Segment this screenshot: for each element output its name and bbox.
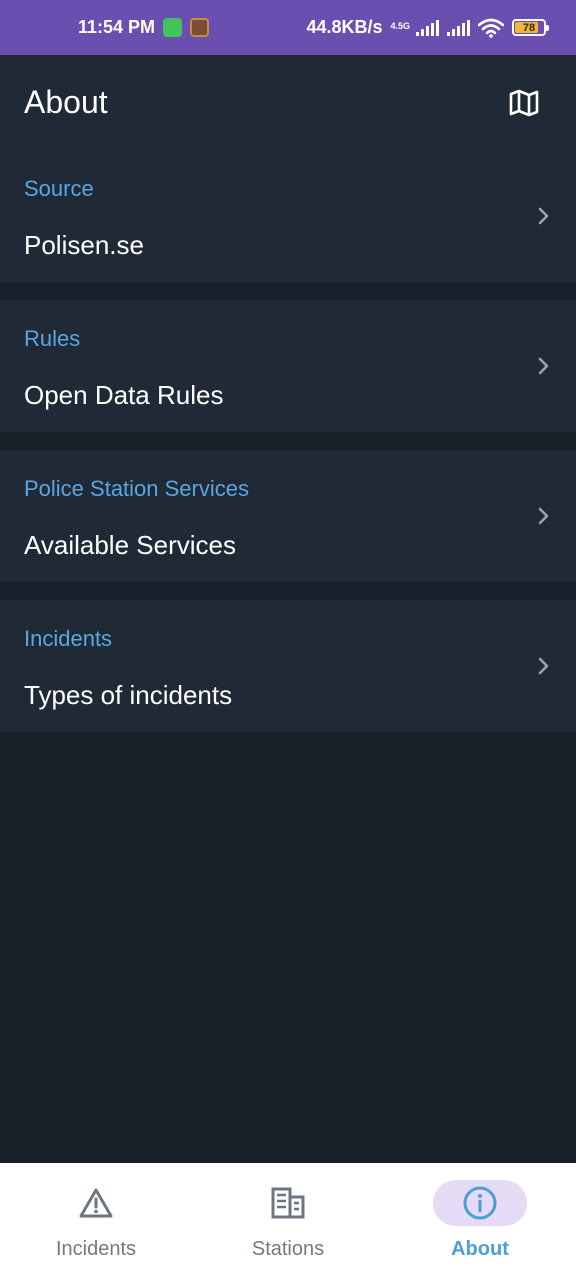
chevron-right-icon	[538, 207, 549, 225]
map-button[interactable]	[508, 87, 540, 119]
building-icon	[271, 1187, 305, 1219]
battery-icon: 78	[512, 19, 549, 36]
battery-level: 78	[522, 21, 536, 34]
nav-icon-container-active	[433, 1180, 527, 1226]
signal-1-icon	[416, 19, 439, 36]
nav-about[interactable]: About	[384, 1163, 576, 1280]
network-generation: 4.5G	[390, 21, 410, 31]
section-label: Rules	[24, 326, 81, 351]
section-rules[interactable]: Rules Open Data Rules	[0, 300, 576, 432]
chevron-right-icon	[538, 357, 549, 375]
section-value: Polisen.se	[24, 230, 144, 260]
info-icon	[463, 1186, 497, 1220]
wifi-icon	[478, 18, 504, 38]
chevron-right-icon	[538, 507, 549, 525]
nav-icon-container	[241, 1180, 335, 1226]
status-bar: 11:54 PM 44.8KB/s 4.5G 78	[0, 0, 576, 55]
section-police-station-services[interactable]: Police Station Services Available Servic…	[0, 450, 576, 582]
nav-icon-container	[49, 1180, 143, 1226]
section-label: Source	[24, 176, 94, 201]
warning-icon	[79, 1188, 113, 1218]
app-bar: About	[0, 55, 576, 150]
bottom-navigation: Incidents Stations About	[0, 1163, 576, 1280]
status-bar-right: 44.8KB/s 4.5G 78	[306, 17, 549, 38]
nav-label: Stations	[251, 1238, 325, 1260]
nav-label: About	[451, 1238, 509, 1260]
chevron-right-icon	[538, 657, 549, 675]
about-sections-list: Source Polisen.se Rules Open Data Rules …	[0, 150, 576, 732]
nav-stations[interactable]: Stations	[192, 1163, 384, 1280]
status-bar-left: 11:54 PM	[78, 17, 210, 38]
section-value: Open Data Rules	[24, 380, 224, 410]
section-label: Police Station Services	[24, 476, 249, 501]
map-icon	[509, 89, 539, 116]
game-notification-icon	[190, 18, 210, 37]
messenger-notification-icon	[163, 18, 183, 37]
page-title: About	[24, 84, 108, 120]
section-source[interactable]: Source Polisen.se	[0, 150, 576, 282]
section-incidents[interactable]: Incidents Types of incidents	[0, 600, 576, 732]
signal-2-icon	[447, 19, 470, 36]
section-label: Incidents	[24, 626, 113, 651]
section-value: Types of incidents	[24, 680, 233, 710]
status-time: 11:54 PM	[78, 17, 156, 37]
nav-incidents[interactable]: Incidents	[0, 1163, 192, 1280]
nav-label: Incidents	[55, 1238, 137, 1260]
network-speed: 44.8KB/s	[306, 17, 383, 37]
section-value: Available Services	[24, 530, 236, 560]
